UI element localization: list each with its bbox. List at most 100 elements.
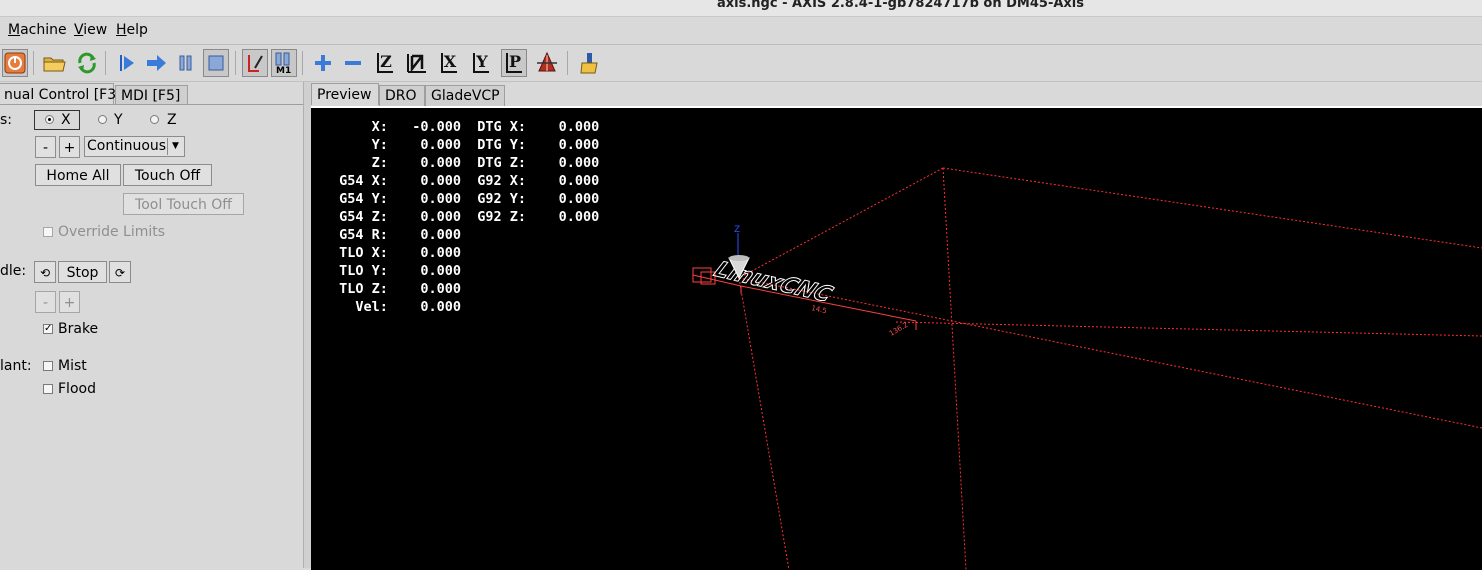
- dro-row: TLO Y: 0.000: [331, 263, 462, 279]
- axis-z-radio[interactable]: [150, 115, 159, 124]
- dro-row: TLO X: 0.000: [331, 245, 462, 261]
- zoom-in-button[interactable]: [310, 49, 336, 77]
- axis-y-radio[interactable]: [98, 115, 107, 124]
- step-icon: [147, 55, 166, 71]
- rotate-ccw-icon: ⟲: [39, 266, 51, 280]
- spindle-label: dle:: [0, 263, 27, 279]
- brake-checkbox[interactable]: ✓: [43, 324, 53, 334]
- touch-off-button[interactable]: Touch Off: [123, 164, 212, 186]
- spindle-faster-button[interactable]: +: [59, 291, 80, 313]
- menu-help-label: elp: [126, 22, 148, 38]
- view-p-icon: P: [505, 53, 523, 73]
- axis-x-radio[interactable]: [45, 115, 54, 124]
- stop-button[interactable]: [203, 49, 229, 77]
- rotate-view-button[interactable]: [534, 49, 560, 77]
- preview-canvas[interactable]: 14.5 136.2 LinuxCNC Z X: -0.000 DTG X: 0…: [311, 106, 1482, 570]
- dro-row: Z: 0.000 DTG Z: 0.000: [331, 155, 600, 171]
- toolbar: M1 Z X Y P: [0, 45, 1482, 82]
- spindle-ccw-button[interactable]: ⟲: [34, 261, 56, 283]
- flood-checkbox[interactable]: [43, 384, 53, 394]
- optional-stop-icon: M1: [275, 52, 291, 75]
- view-p-button[interactable]: P: [501, 49, 527, 77]
- pause-button[interactable]: [173, 49, 199, 77]
- view-x-button[interactable]: X: [436, 49, 462, 77]
- dro-row: Y: 0.000 DTG Y: 0.000: [331, 137, 600, 153]
- menu-machine[interactable]: Machine: [8, 22, 67, 38]
- coolant-label: lant:: [0, 358, 32, 374]
- spindle-cw-button[interactable]: ⟳: [109, 261, 131, 283]
- toolbar-separator: [105, 51, 106, 75]
- jog-minus-button[interactable]: -: [35, 136, 56, 158]
- run-button[interactable]: [114, 49, 140, 77]
- tool-touch-off-button[interactable]: Tool Touch Off: [123, 193, 244, 215]
- menu-machine-label: achine: [20, 22, 67, 38]
- reload-button[interactable]: [74, 49, 100, 77]
- override-limits-label: Override Limits: [58, 224, 166, 240]
- zoom-in-icon: [315, 55, 331, 71]
- clear-backplot-button[interactable]: [576, 49, 602, 77]
- toolbar-separator: [567, 51, 568, 75]
- toolbar-separator: [33, 51, 34, 75]
- optional-stop-button[interactable]: M1: [271, 49, 297, 77]
- axis-z-label: Z: [167, 112, 177, 128]
- axis-x-label: X: [61, 112, 71, 128]
- view-y-icon: Y: [473, 53, 489, 73]
- step-button[interactable]: [143, 49, 169, 77]
- tab-preview[interactable]: Preview: [311, 83, 379, 105]
- axis-selection-frame: [34, 110, 80, 130]
- override-limits-checkbox[interactable]: [43, 227, 53, 237]
- toolbar-separator: [302, 51, 303, 75]
- dro-row: G54 R: 0.000: [331, 227, 462, 243]
- spindle-stop-button[interactable]: Stop: [58, 261, 107, 283]
- title-bar: axis.ngc - AXIS 2.8.4-1-gb7824717b on DM…: [0, 0, 1482, 17]
- dro-row: TLO Z: 0.000: [331, 281, 462, 297]
- dro-overlay: X: -0.000 DTG X: 0.000 Y: 0.000 DTG Y: 0…: [311, 108, 951, 368]
- zoom-out-icon: [345, 61, 361, 65]
- rotate-icon: [537, 51, 557, 72]
- rotate-cw-icon: ⟳: [114, 266, 126, 280]
- tab-mdi[interactable]: MDI [F5]: [115, 85, 188, 105]
- menu-help[interactable]: Help: [116, 22, 148, 38]
- tab-gladevcp[interactable]: GladeVCP: [425, 85, 505, 106]
- run-icon: [120, 55, 134, 71]
- brake-label: Brake: [58, 321, 99, 337]
- dro-row: Vel: 0.000: [331, 299, 462, 315]
- flood-label: Flood: [58, 381, 96, 397]
- axis-y-label: Y: [114, 112, 123, 128]
- view-z-icon: Z: [377, 53, 393, 73]
- clear-backplot-icon: [580, 53, 598, 74]
- power-button[interactable]: [2, 49, 28, 77]
- home-all-button[interactable]: Home All: [35, 164, 121, 186]
- pause-icon: [179, 55, 192, 71]
- menu-view[interactable]: View: [74, 22, 107, 38]
- chevron-down-icon: ▼: [167, 138, 183, 155]
- dro-row: G54 X: 0.000 G92 X: 0.000: [331, 173, 600, 189]
- view-z2-button[interactable]: [404, 49, 430, 77]
- dro-row: G54 Y: 0.000 G92 Y: 0.000: [331, 191, 600, 207]
- stop-icon: [208, 55, 224, 71]
- axis-label: s:: [0, 112, 13, 128]
- spindle-slower-button[interactable]: -: [35, 291, 56, 313]
- reload-icon: [78, 52, 96, 74]
- svg-text:M1: M1: [276, 66, 291, 75]
- toolbar-separator: [235, 51, 236, 75]
- jog-mode-select[interactable]: Continuous ▼: [84, 136, 185, 157]
- jog-plus-button[interactable]: +: [59, 136, 80, 158]
- tab-dro[interactable]: DRO: [379, 85, 425, 106]
- view-z-button[interactable]: Z: [372, 49, 398, 77]
- dro-row: G54 Z: 0.000 G92 Z: 0.000: [331, 209, 600, 225]
- view-y-button[interactable]: Y: [468, 49, 494, 77]
- mist-checkbox[interactable]: [43, 361, 53, 371]
- mist-label: Mist: [58, 358, 87, 374]
- open-file-button[interactable]: [41, 49, 67, 77]
- open-file-icon: [43, 57, 66, 72]
- jog-mode-value: Continuous: [87, 138, 167, 154]
- window-title: axis.ngc - AXIS 2.8.4-1-gb7824717b on DM…: [717, 0, 1084, 11]
- tab-manual-control[interactable]: nual Control [F3]: [0, 83, 122, 105]
- menu-view-label: iew: [83, 22, 108, 38]
- view-x-icon: X: [440, 53, 458, 73]
- block-delete-button[interactable]: [242, 49, 268, 77]
- menu-bar: Machine View Help: [0, 17, 1482, 45]
- zoom-out-button[interactable]: [340, 49, 366, 77]
- power-icon: [4, 52, 26, 74]
